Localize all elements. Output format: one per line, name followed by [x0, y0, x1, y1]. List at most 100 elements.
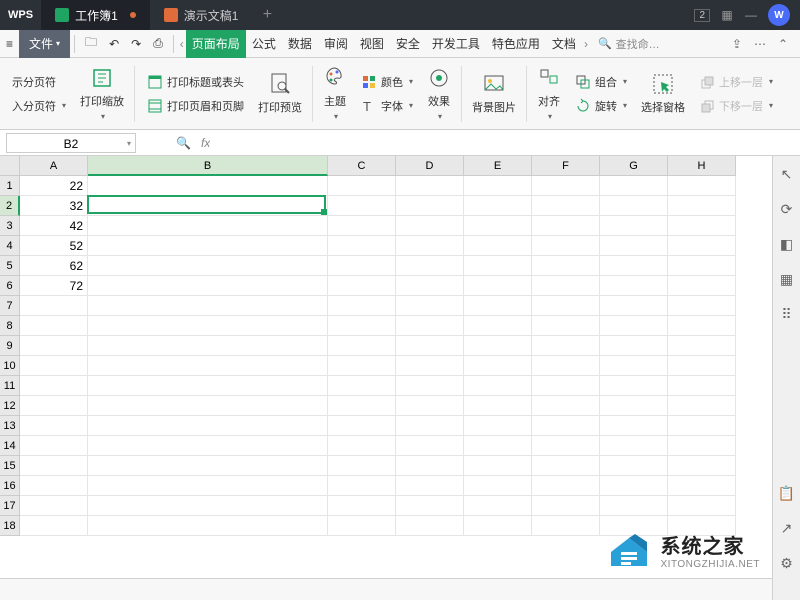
row-header[interactable]: 5 — [0, 256, 20, 276]
cell[interactable] — [464, 236, 532, 256]
cell[interactable] — [464, 316, 532, 336]
cell[interactable] — [20, 396, 88, 416]
settings-icon[interactable]: ⚙ — [780, 555, 793, 572]
cell[interactable] — [396, 436, 464, 456]
cell[interactable] — [88, 336, 328, 356]
cell[interactable] — [328, 376, 396, 396]
cell[interactable] — [88, 256, 328, 276]
cell[interactable] — [88, 516, 328, 536]
cell[interactable] — [600, 336, 668, 356]
sheet[interactable]: ABCDEFGH 1222323424525626727891011121314… — [0, 156, 772, 578]
cell[interactable] — [328, 416, 396, 436]
cell[interactable] — [88, 296, 328, 316]
cell[interactable] — [464, 176, 532, 196]
cell[interactable] — [396, 516, 464, 536]
file-menu[interactable]: 文件▾ — [19, 30, 70, 58]
cell[interactable] — [668, 296, 736, 316]
table-icon[interactable]: ▦ — [780, 271, 793, 288]
cell[interactable]: 42 — [20, 216, 88, 236]
cell[interactable] — [396, 416, 464, 436]
cell[interactable] — [668, 316, 736, 336]
row-header[interactable]: 4 — [0, 236, 20, 256]
cell[interactable] — [532, 256, 600, 276]
cell[interactable] — [328, 176, 396, 196]
cell[interactable] — [532, 236, 600, 256]
col-header-C[interactable]: C — [328, 156, 396, 176]
cell[interactable] — [600, 496, 668, 516]
cell[interactable] — [88, 456, 328, 476]
cell[interactable] — [532, 376, 600, 396]
row-header[interactable]: 1 — [0, 176, 20, 196]
cell[interactable] — [396, 356, 464, 376]
menu-item-2[interactable]: 数据 — [282, 30, 318, 58]
cell[interactable]: 72 — [20, 276, 88, 296]
grid-icon[interactable]: ▦ — [720, 8, 734, 22]
more-icon[interactable]: ⋯ — [754, 37, 766, 51]
cell[interactable] — [328, 496, 396, 516]
row-header[interactable]: 9 — [0, 336, 20, 356]
theme-button[interactable]: 主题 — [323, 66, 347, 121]
cell[interactable] — [88, 276, 328, 296]
cell[interactable] — [532, 396, 600, 416]
cell[interactable] — [20, 516, 88, 536]
cell[interactable] — [668, 256, 736, 276]
col-header-E[interactable]: E — [464, 156, 532, 176]
col-header-H[interactable]: H — [668, 156, 736, 176]
cell[interactable] — [600, 476, 668, 496]
redo-icon[interactable]: ↷ — [125, 30, 147, 58]
cell[interactable] — [668, 436, 736, 456]
cell[interactable] — [464, 356, 532, 376]
cell[interactable] — [668, 476, 736, 496]
row-header[interactable]: 2 — [0, 196, 20, 216]
layer-down-button[interactable]: 下移一层 — [697, 96, 775, 116]
cell[interactable] — [600, 296, 668, 316]
select-all-corner[interactable] — [0, 156, 20, 176]
cell[interactable] — [532, 316, 600, 336]
cell[interactable] — [464, 456, 532, 476]
cell[interactable] — [396, 256, 464, 276]
cell[interactable] — [464, 476, 532, 496]
cell[interactable] — [328, 256, 396, 276]
cell[interactable] — [396, 476, 464, 496]
cell[interactable] — [396, 296, 464, 316]
cell[interactable] — [20, 336, 88, 356]
cell[interactable] — [464, 336, 532, 356]
cell[interactable] — [464, 376, 532, 396]
cell[interactable] — [20, 296, 88, 316]
group-button[interactable]: 组合 — [573, 72, 629, 92]
cell[interactable] — [668, 196, 736, 216]
cell[interactable] — [464, 496, 532, 516]
col-header-F[interactable]: F — [532, 156, 600, 176]
cell[interactable] — [88, 356, 328, 376]
row-header[interactable]: 10 — [0, 356, 20, 376]
col-header-B[interactable]: B — [88, 156, 328, 176]
cell[interactable] — [328, 476, 396, 496]
cell[interactable] — [600, 456, 668, 476]
cell[interactable] — [600, 176, 668, 196]
hamburger-button[interactable]: ≡ — [0, 30, 19, 58]
row-header[interactable]: 18 — [0, 516, 20, 536]
menu-item-0[interactable]: 页面布局 — [186, 30, 246, 58]
row-header[interactable]: 16 — [0, 476, 20, 496]
cell[interactable] — [600, 276, 668, 296]
cell[interactable] — [88, 396, 328, 416]
cell[interactable] — [396, 216, 464, 236]
cell[interactable] — [600, 236, 668, 256]
cell[interactable] — [464, 216, 532, 236]
print-title-button[interactable]: 打印标题或表头 — [145, 72, 246, 92]
col-header-G[interactable]: G — [600, 156, 668, 176]
menu-item-6[interactable]: 开发工具 — [426, 30, 486, 58]
cell[interactable] — [328, 276, 396, 296]
cell[interactable] — [88, 376, 328, 396]
formula-input[interactable] — [210, 133, 800, 153]
show-page-break-button[interactable]: 示分页符 — [10, 72, 58, 92]
cell[interactable] — [464, 196, 532, 216]
cursor-icon[interactable]: ↖ — [781, 166, 793, 183]
cell[interactable] — [600, 316, 668, 336]
row-header[interactable]: 6 — [0, 276, 20, 296]
align-button[interactable]: 对齐 — [537, 66, 561, 121]
cell[interactable] — [532, 476, 600, 496]
undo-icon[interactable]: ↶ — [103, 30, 125, 58]
menu-item-1[interactable]: 公式 — [246, 30, 282, 58]
menu-item-8[interactable]: 文档 — [546, 30, 582, 58]
